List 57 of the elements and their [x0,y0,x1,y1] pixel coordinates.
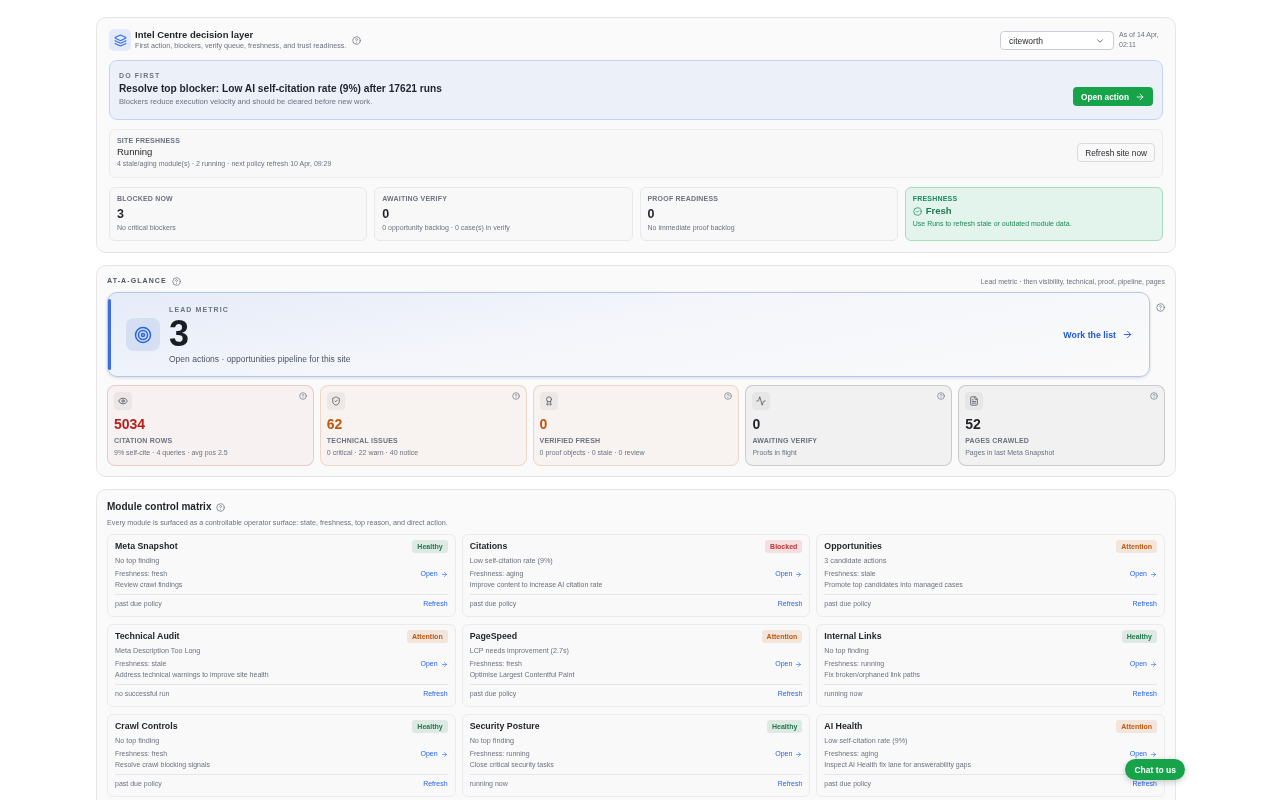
chat-button[interactable]: Chat to us [1125,759,1185,780]
help-icon[interactable] [724,392,733,400]
refresh-site-button[interactable]: Refresh site now [1077,143,1155,162]
help-icon[interactable] [937,392,946,400]
eye-icon [114,392,132,410]
arrow-right-icon [1150,570,1157,578]
freshness-state: Running [117,146,153,158]
help-icon[interactable] [216,502,226,512]
arrow-right-icon [795,570,803,578]
work-list-link[interactable]: Work the list [1063,329,1133,340]
module-title: Opportunities [824,540,882,552]
arrow-right-icon [1150,660,1157,668]
arrow-right-icon [440,660,448,668]
help-icon[interactable] [171,276,181,286]
module-title: Security Posture [469,720,540,732]
metric-value: 0 [539,416,548,433]
check-circle-icon [912,206,922,216]
help-icon[interactable] [298,392,307,400]
arrow-right-icon [1150,750,1157,758]
module-title: Citations [469,540,508,552]
stat-value: 0 [382,206,390,222]
panel-title: Module control matrix [107,500,212,514]
stat-value: 0 [647,206,655,222]
lead-metric-caption: Open actions · opportunities pipeline for this site [169,352,351,365]
site-select[interactable]: citeworth [1000,31,1114,50]
banner-title: Resolve top blocker: Low AI self-citation rate (9%) after 17621 runs [119,82,442,96]
accent-bar [108,299,111,370]
help-icon[interactable] [1150,392,1158,400]
help-icon[interactable] [511,392,520,400]
help-icon[interactable] [1156,303,1165,312]
document-icon [965,392,984,410]
arrow-right-icon [440,570,448,578]
module-title: Technical Audit [115,630,180,642]
stat-value: 3 [117,206,124,222]
panel-title: Intel Centre decision layer [135,29,254,41]
open-action-button[interactable]: Open action [1073,87,1153,106]
stat-value: Fresh [925,204,952,218]
arrow-right-icon [795,660,803,668]
arrow-right-icon [1122,329,1133,340]
help-icon[interactable] [352,36,362,45]
module-title: Meta Snapshot [115,540,178,552]
metric-value: 62 [326,416,343,433]
metric-value: 0 [752,416,761,433]
arrow-right-icon [440,750,448,758]
lead-metric-value: 3 [169,314,190,353]
arrow-right-icon [795,750,803,758]
target-icon [126,318,160,351]
shield-check-icon [326,392,345,410]
module-title: Internal Links [824,630,882,642]
layers-icon [109,29,131,51]
metric-value: 5034 [114,416,146,433]
metric-value: 52 [965,416,981,433]
module-title: AI Health [824,720,863,732]
medal-icon [539,392,558,410]
arrow-right-icon [1135,91,1145,102]
module-title: Crawl Controls [115,720,178,732]
module-title: PageSpeed [469,630,518,642]
